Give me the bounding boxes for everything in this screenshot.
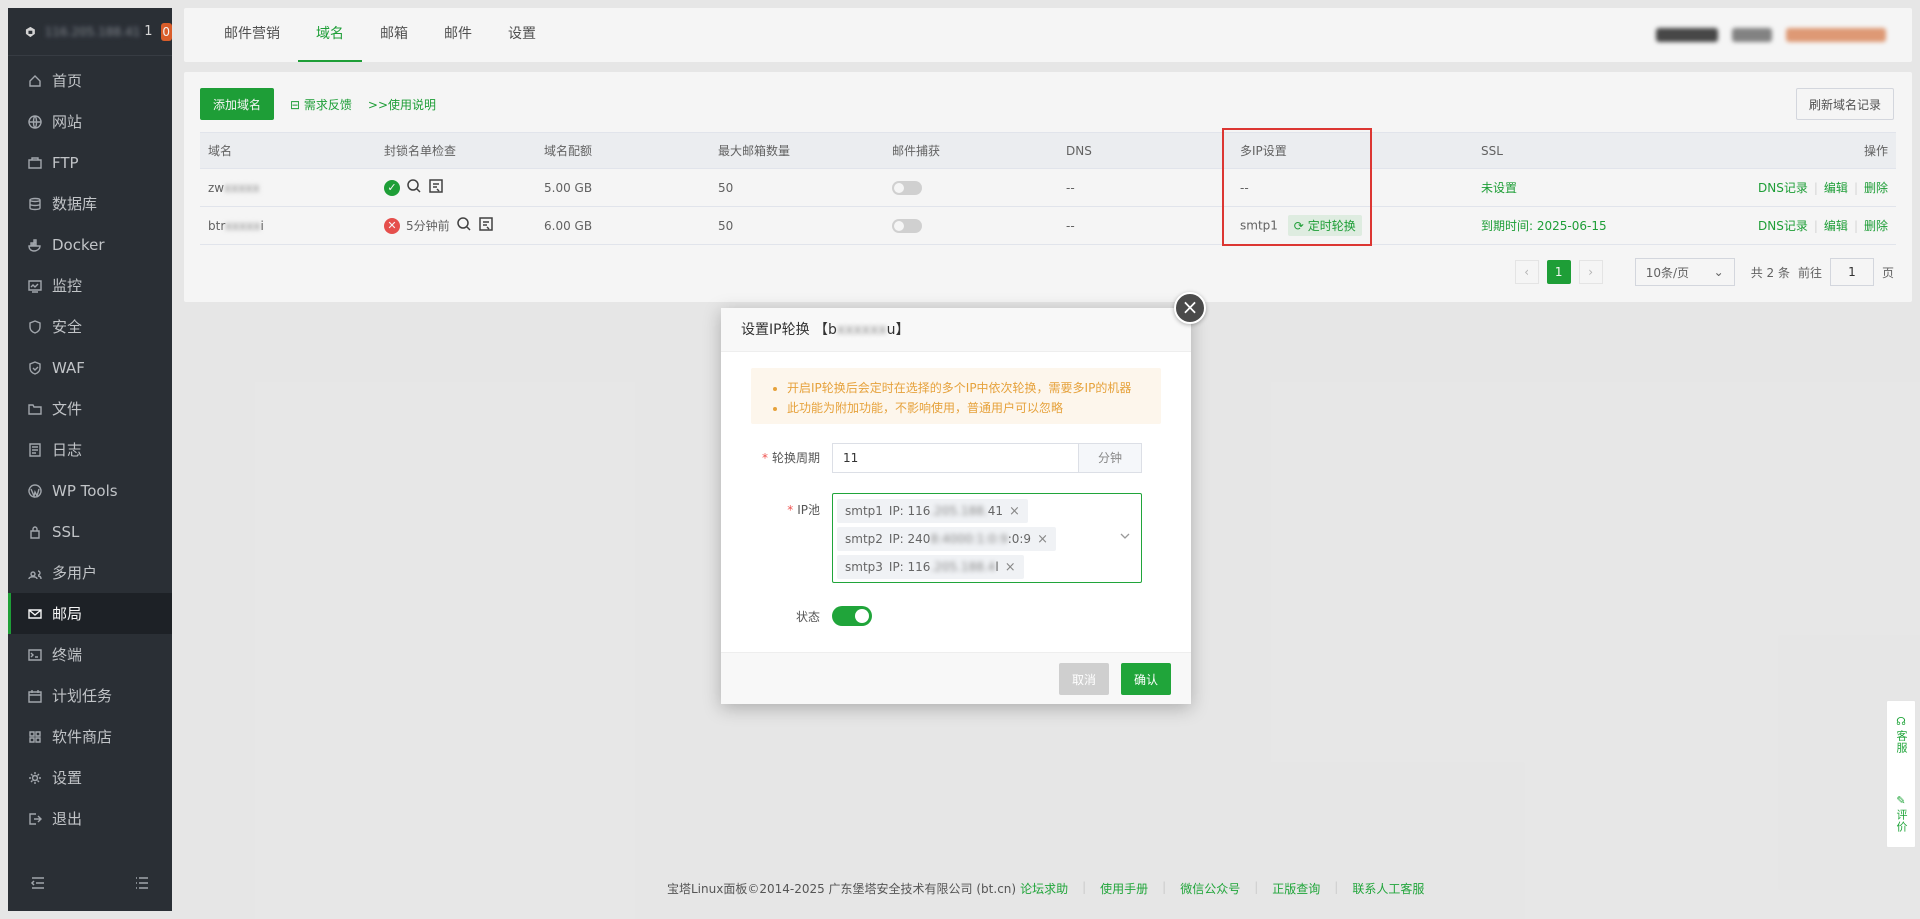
status-row: 状态 — [721, 606, 872, 626]
rate-button[interactable]: ✎ 评价 — [1893, 794, 1909, 833]
ip-pool-row: * IP池 smtp1 IP: 116.205.188.41 × smtp2 IP: 2… — [721, 493, 1142, 583]
ip-tag: smtp1 IP: 116.205.188.41 × — [837, 499, 1028, 523]
ip-tag: smtp2 IP: 2408:4000:1:0:9:0:9 × — [837, 527, 1056, 551]
period-input[interactable]: 11 — [832, 443, 1078, 473]
dialog-footer: 取消 确认 — [721, 652, 1191, 704]
headset-icon: ☊ — [1896, 715, 1906, 728]
remove-tag-icon[interactable]: × — [1037, 532, 1048, 547]
forum-link[interactable]: 论坛求助 — [1020, 880, 1068, 897]
remove-tag-icon[interactable]: × — [1009, 504, 1020, 519]
ip-pool-select[interactable]: smtp1 IP: 116.205.188.41 × smtp2 IP: 2408:4… — [832, 493, 1142, 583]
dialog-title-blurred: xxxxxx — [836, 322, 887, 338]
copyright-text: 宝塔Linux面板©2014-2025 广东堡塔安全技术有限公司 (bt.cn) — [667, 882, 1017, 896]
manual-link[interactable]: 使用手册 — [1100, 880, 1148, 897]
confirm-button[interactable]: 确认 — [1121, 663, 1171, 695]
ip-tag: smtp3 IP: 116.205.188.4l × — [837, 555, 1024, 579]
rotation-notice: 开启IP轮换后会定时在选择的多个IP中依次轮换，需要多IP的机器 此功能为附加功… — [751, 368, 1161, 424]
chevron-down-icon — [1120, 533, 1130, 539]
support-button[interactable]: ☊ 客服 — [1893, 715, 1909, 754]
dialog-title-suffix: u】 — [886, 322, 910, 338]
wechat-link[interactable]: 微信公众号 — [1180, 880, 1240, 897]
edit-icon: ✎ — [1896, 794, 1906, 807]
status-label: 状态 — [795, 609, 820, 624]
dialog-title-prefix: 设置IP轮换 【b — [741, 322, 837, 338]
notice-item: 此功能为附加功能，不影响使用，普通用户可以忽略 — [787, 398, 1161, 418]
notice-item: 开启IP轮换后会定时在选择的多个IP中依次轮换，需要多IP的机器 — [787, 378, 1161, 398]
rate-label: 评价 — [1895, 809, 1908, 833]
period-row: * 轮换周期 11 分钟 — [721, 443, 1142, 473]
cancel-button[interactable]: 取消 — [1059, 663, 1109, 695]
contact-support-link[interactable]: 联系人工客服 — [1352, 880, 1424, 897]
close-dialog-icon[interactable]: × — [1174, 292, 1206, 324]
status-switch[interactable] — [832, 606, 872, 626]
remove-tag-icon[interactable]: × — [1005, 560, 1016, 575]
dialog-title: 设置IP轮换 【bxxxxxxu】 — [721, 308, 1191, 352]
period-label: * 轮换周期 — [761, 451, 820, 465]
support-label: 客服 — [1895, 730, 1908, 754]
license-check-link[interactable]: 正版查询 — [1272, 880, 1320, 897]
ip-rotation-dialog: 设置IP轮换 【bxxxxxxu】 开启IP轮换后会定时在选择的多个IP中依次轮… — [721, 308, 1191, 704]
floating-help-bar: ☊ 客服 ✎ 评价 — [1886, 700, 1916, 848]
period-unit: 分钟 — [1078, 443, 1142, 473]
ip-pool-label: * IP池 — [787, 503, 820, 517]
page-footer: 宝塔Linux面板©2014-2025 广东堡塔安全技术有限公司 (bt.cn)… — [667, 880, 1425, 897]
